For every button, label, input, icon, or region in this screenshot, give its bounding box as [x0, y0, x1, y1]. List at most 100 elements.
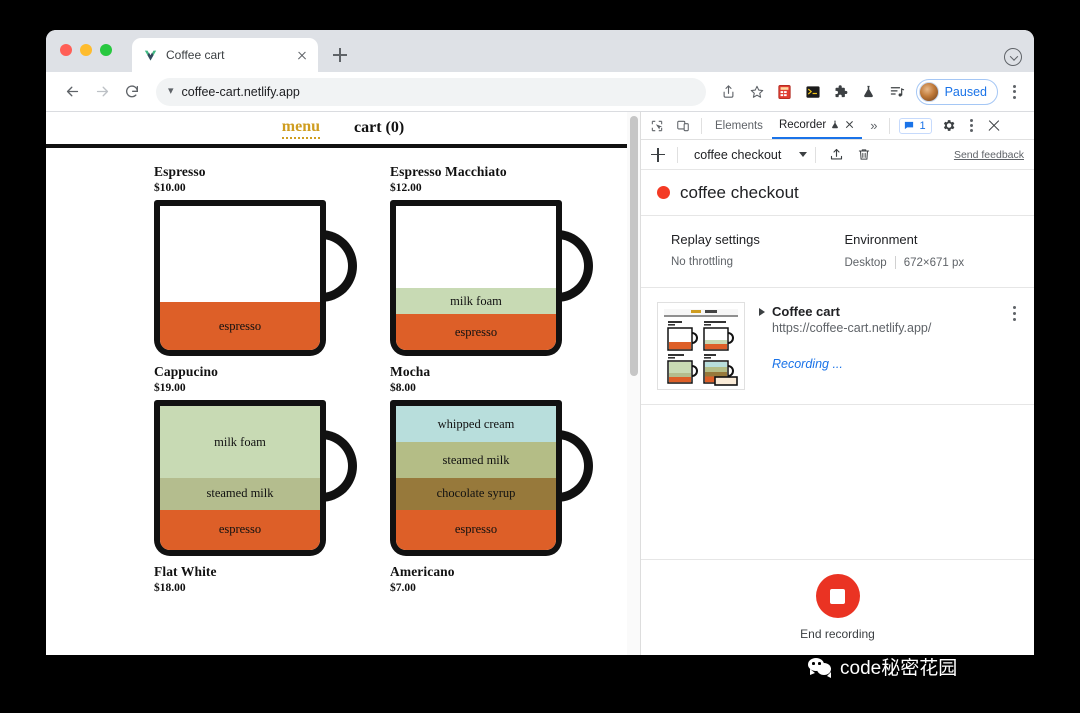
triangle-right-icon[interactable] — [759, 307, 765, 316]
arrow-left-icon[interactable] — [58, 78, 86, 106]
page-scrollbar[interactable] — [627, 112, 640, 655]
watermark-text: code秘密花园 — [840, 657, 958, 679]
recording-selector-label: coffee checkout — [694, 147, 782, 162]
divider — [894, 256, 896, 269]
devtools-tabbar: Elements Recorder » 1 — [641, 112, 1034, 140]
more-tabs-button[interactable]: » — [864, 118, 883, 133]
chevron-down-icon[interactable]: ▾ — [168, 86, 174, 97]
recording-step-info: Coffee cart https://coffee-cart.netlify.… — [759, 302, 992, 371]
send-feedback-link[interactable]: Send feedback — [954, 149, 1024, 161]
replay-settings-label: Replay settings — [671, 232, 760, 247]
trash-icon[interactable] — [852, 143, 876, 167]
content-split: menu cart (0) Espresso $10.00 espresso E… — [46, 112, 1034, 655]
replay-settings-value[interactable]: No throttling — [671, 256, 845, 268]
chevron-down-icon[interactable] — [799, 152, 808, 157]
gear-icon[interactable] — [937, 114, 961, 138]
recording-step[interactable]: Coffee cart https://coffee-cart.netlify.… — [641, 288, 1034, 404]
close-window-button[interactable] — [60, 44, 72, 56]
arrow-right-icon[interactable] — [88, 78, 116, 106]
environment-size: 672×671 px — [903, 256, 965, 269]
product-price: $18.00 — [154, 582, 186, 594]
cup-illustration[interactable]: whipped cream steamed milk chocolate syr… — [390, 400, 593, 556]
inspect-element-icon[interactable] — [645, 114, 669, 138]
tab-elements[interactable]: Elements — [708, 112, 770, 139]
end-recording-button[interactable] — [815, 574, 860, 618]
record-indicator-icon — [657, 186, 670, 199]
browser-tab-coffee-cart[interactable]: Coffee cart — [132, 38, 318, 72]
minimize-window-button[interactable] — [80, 44, 92, 56]
product-card[interactable]: Cappucino $19.00 milk foam steamed milk … — [154, 364, 386, 556]
kebab-menu-icon[interactable] — [1006, 302, 1022, 321]
product-price: $7.00 — [390, 582, 416, 594]
cup-layer — [396, 206, 556, 289]
product-card[interactable]: Espresso $10.00 espresso — [154, 164, 386, 356]
cup-illustration[interactable]: milk foam steamed milk espresso — [154, 400, 357, 556]
upload-icon[interactable] — [824, 143, 848, 167]
issues-count: 1 — [919, 119, 926, 132]
wechat-icon — [808, 658, 834, 678]
issues-counter-button[interactable]: 1 — [899, 117, 932, 134]
close-icon[interactable] — [844, 119, 855, 130]
star-icon[interactable] — [744, 79, 770, 105]
kebab-menu-icon[interactable] — [963, 119, 981, 132]
replay-settings-column: Replay settings No throttling — [671, 232, 845, 269]
cup-layer: steamed milk — [160, 478, 320, 510]
product-grid: Espresso $10.00 espresso Espresso Macchi… — [154, 148, 640, 594]
puzzle-extension-icon[interactable] — [828, 79, 854, 105]
tab-recorder[interactable]: Recorder — [771, 112, 863, 139]
calculator-extension-icon[interactable] — [772, 79, 798, 105]
end-recording-label: End recording — [800, 627, 875, 641]
chevron-down-icon[interactable] — [1004, 48, 1022, 66]
address-bar[interactable]: ▾ coffee-cart.netlify.app — [156, 77, 706, 106]
list-extension-icon[interactable] — [884, 79, 910, 105]
profile-status-chip[interactable]: Paused — [915, 78, 998, 105]
cup-layer: whipped cream — [396, 406, 556, 442]
plus-icon[interactable] — [647, 144, 669, 166]
product-card[interactable]: Flat White $18.00 — [154, 564, 386, 594]
page-scrollbar-thumb[interactable] — [629, 116, 638, 376]
environment-device: Desktop — [844, 256, 887, 269]
product-name: Flat White — [154, 564, 217, 579]
recording-step-header[interactable]: Coffee cart — [759, 304, 992, 319]
cup-layer: espresso — [396, 314, 556, 350]
browser-toolbar: ▾ coffee-cart.netlify.app Paused — [46, 72, 1034, 112]
cup-body: espresso — [154, 200, 326, 356]
cup-layer: steamed milk — [396, 442, 556, 478]
recording-title-row: coffee checkout — [641, 170, 1034, 216]
nav-link-cart[interactable]: cart (0) — [354, 119, 404, 137]
address-bar-url: coffee-cart.netlify.app — [181, 84, 300, 99]
product-name: Cappucino — [154, 364, 218, 379]
web-page-coffee-cart: menu cart (0) Espresso $10.00 espresso E… — [46, 112, 640, 655]
close-icon[interactable] — [983, 115, 1005, 137]
cup-body: milk foam steamed milk espresso — [154, 400, 326, 556]
flask-extension-icon[interactable] — [856, 79, 882, 105]
maximize-window-button[interactable] — [100, 44, 112, 56]
reload-icon[interactable] — [118, 78, 146, 106]
cup-layer — [160, 206, 320, 303]
avatar — [918, 81, 939, 102]
window-traffic-lights — [60, 30, 112, 72]
kebab-menu-icon[interactable] — [1004, 84, 1024, 99]
cup-illustration[interactable]: espresso — [154, 200, 357, 356]
product-card[interactable]: Americano $7.00 — [390, 564, 622, 594]
message-icon — [903, 120, 915, 131]
recorder-spacer — [641, 404, 1034, 559]
nav-link-menu[interactable]: menu — [281, 118, 321, 139]
site-nav: menu cart (0) — [46, 112, 640, 148]
product-card[interactable]: Espresso Macchiato $12.00 milk foam espr… — [390, 164, 622, 356]
share-icon[interactable] — [716, 79, 742, 105]
recording-selector[interactable]: coffee checkout — [686, 147, 808, 162]
new-tab-button[interactable] — [326, 41, 354, 69]
recording-settings: Replay settings No throttling Environmen… — [641, 216, 1034, 288]
divider — [815, 146, 817, 163]
device-toolbar-icon[interactable] — [671, 114, 695, 138]
product-card[interactable]: Mocha $8.00 whipped cream steamed milk c… — [390, 364, 622, 556]
product-price: $19.00 — [154, 382, 186, 394]
recording-title: coffee checkout — [680, 182, 799, 202]
cup-illustration[interactable]: milk foam espresso — [390, 200, 593, 356]
recording-step-name: Coffee cart — [772, 304, 840, 319]
tab-elements-label: Elements — [715, 119, 763, 132]
close-icon[interactable] — [294, 47, 310, 63]
terminal-extension-icon[interactable] — [800, 79, 826, 105]
environment-value: Desktop 672×671 px — [845, 256, 1019, 269]
